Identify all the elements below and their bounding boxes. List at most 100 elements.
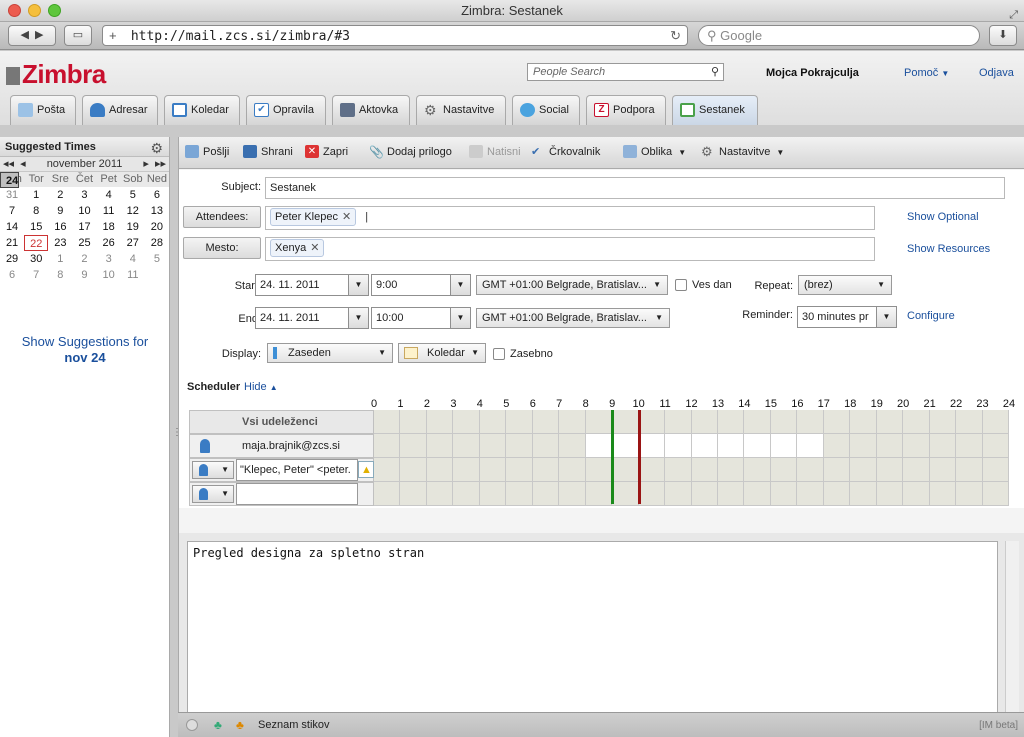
tab-mail[interactable]: Pošta	[10, 95, 76, 125]
calendar-day[interactable]: 5	[145, 251, 169, 267]
calendar-day[interactable]: 4	[97, 187, 121, 203]
hour-cell[interactable]	[850, 458, 877, 482]
tab-social[interactable]: Social	[512, 95, 580, 125]
hour-cell[interactable]	[532, 458, 560, 482]
hour-cell[interactable]	[400, 434, 427, 458]
hour-cell[interactable]	[453, 410, 480, 434]
hour-cell[interactable]	[797, 434, 824, 458]
hour-cell[interactable]	[744, 458, 771, 482]
calendar-day[interactable]: 8	[24, 203, 48, 219]
calendar-dropdown-icon[interactable]: ▼	[348, 308, 368, 328]
end-timezone-select[interactable]: GMT +01:00 Belgrade, Bratislav... ▼	[476, 308, 670, 328]
hour-cell[interactable]	[876, 410, 904, 434]
hour-cell[interactable]	[638, 482, 666, 506]
format-menu[interactable]: Oblika ▼	[623, 145, 686, 158]
hour-cell[interactable]	[770, 458, 798, 482]
hour-cell[interactable]	[823, 410, 851, 434]
calendar-day[interactable]: 10	[97, 267, 121, 283]
hour-cell[interactable]	[929, 458, 957, 482]
hour-cell[interactable]	[665, 434, 692, 458]
hour-cell[interactable]	[823, 434, 851, 458]
location-input[interactable]: Xenya ✕	[265, 237, 875, 261]
hour-cell[interactable]	[717, 482, 745, 506]
hour-cell[interactable]	[691, 458, 718, 482]
hour-cell[interactable]	[426, 434, 454, 458]
hour-cell[interactable]	[559, 482, 586, 506]
hour-cell[interactable]	[453, 434, 480, 458]
calendar-day[interactable]: 6	[145, 187, 169, 203]
time-dropdown-icon[interactable]: ▼	[450, 275, 470, 295]
hour-cell[interactable]	[453, 482, 480, 506]
options-menu[interactable]: ⚙ Nastavitve ▼	[701, 145, 784, 158]
repeat-select[interactable]: (brez) ▼	[798, 275, 892, 295]
time-dropdown-icon[interactable]: ▼	[450, 308, 470, 328]
hour-cell[interactable]	[956, 434, 983, 458]
hour-cell[interactable]	[929, 410, 957, 434]
presence-icon[interactable]	[186, 719, 198, 731]
calendar-day[interactable]: 19	[121, 219, 145, 235]
remove-icon[interactable]: ✕	[342, 211, 351, 223]
calendar-day[interactable]: 15	[24, 219, 48, 235]
calendar-day[interactable]: 23	[48, 235, 72, 251]
hour-cell[interactable]	[797, 482, 824, 506]
help-menu[interactable]: Pomoč ▼	[904, 67, 949, 79]
calendar-day[interactable]: 1	[24, 187, 48, 203]
hour-cell[interactable]	[744, 482, 771, 506]
hour-cell[interactable]	[426, 482, 454, 506]
hour-cell[interactable]	[903, 458, 930, 482]
spellcheck-button[interactable]: ✔ Črkovalnik	[531, 146, 600, 158]
hour-cell[interactable]	[956, 410, 983, 434]
search-icon[interactable]: ⚲	[711, 64, 719, 80]
calendar-day[interactable]: 20	[145, 219, 169, 235]
calendar-day[interactable]: 27	[121, 235, 145, 251]
attach-button[interactable]: 📎 Dodaj prilogo	[369, 145, 452, 159]
hour-cell[interactable]	[850, 434, 877, 458]
hour-cell[interactable]	[374, 410, 401, 434]
hour-cell[interactable]	[559, 410, 586, 434]
hour-cell[interactable]	[903, 434, 930, 458]
subject-input[interactable]: Sestanek	[265, 177, 1005, 199]
add-contact-icon[interactable]: ♣	[214, 718, 222, 732]
hour-cell[interactable]	[770, 434, 798, 458]
remove-icon[interactable]: ✕	[310, 242, 319, 254]
hour-cell[interactable]	[400, 458, 427, 482]
people-search-input[interactable]: People Search ⚲	[527, 63, 724, 81]
tab-tasks[interactable]: ✔ Opravila	[246, 95, 326, 125]
calendar-day[interactable]: 4	[121, 251, 145, 267]
hour-cell[interactable]	[585, 434, 613, 458]
print-button[interactable]: Natisni	[469, 145, 521, 158]
show-suggestions-link[interactable]: Show Suggestions for nov 24	[0, 334, 170, 366]
hour-cell[interactable]	[876, 458, 904, 482]
tab-support[interactable]: Z Podpora	[586, 95, 666, 125]
hour-cell[interactable]	[506, 410, 533, 434]
calendar-day[interactable]: 24	[0, 172, 20, 188]
calendar-day[interactable]: 3	[72, 187, 96, 203]
calendar-day[interactable]: 9	[48, 203, 72, 219]
web-search-input[interactable]: ⚲ Google	[698, 25, 980, 46]
calendar-day[interactable]: 1	[48, 251, 72, 267]
close-button[interactable]: ✕ Zapri	[305, 145, 348, 158]
all-day-checkbox[interactable]	[675, 279, 687, 291]
new-attendee-input[interactable]	[236, 483, 358, 505]
hour-cell[interactable]	[400, 410, 427, 434]
calendar-day[interactable]: 28	[145, 235, 169, 251]
hour-cell[interactable]	[559, 458, 586, 482]
hour-cell[interactable]	[638, 434, 666, 458]
reminder-input[interactable]: 30 minutes pr ▼	[797, 306, 897, 328]
hour-cell[interactable]	[479, 410, 507, 434]
hour-cell[interactable]	[850, 410, 877, 434]
hour-cell[interactable]	[876, 434, 904, 458]
hour-cell[interactable]	[506, 482, 533, 506]
hour-cell[interactable]	[665, 458, 692, 482]
hour-cell[interactable]	[929, 434, 957, 458]
chevron-down-icon[interactable]: ▼	[876, 307, 896, 327]
tab-contacts[interactable]: Adresar	[82, 95, 158, 125]
calendar-day[interactable]: 13	[145, 203, 169, 219]
back-forward-button[interactable]: ◀ ▶	[8, 25, 56, 46]
reload-icon[interactable]: ↻	[670, 26, 681, 45]
sidebar-toggle-button[interactable]: ▭	[64, 25, 92, 46]
attendee-type-select[interactable]: ▼	[192, 461, 234, 479]
hour-cell[interactable]	[479, 434, 507, 458]
hour-cell[interactable]	[903, 482, 930, 506]
calendar-day[interactable]: 2	[72, 251, 96, 267]
